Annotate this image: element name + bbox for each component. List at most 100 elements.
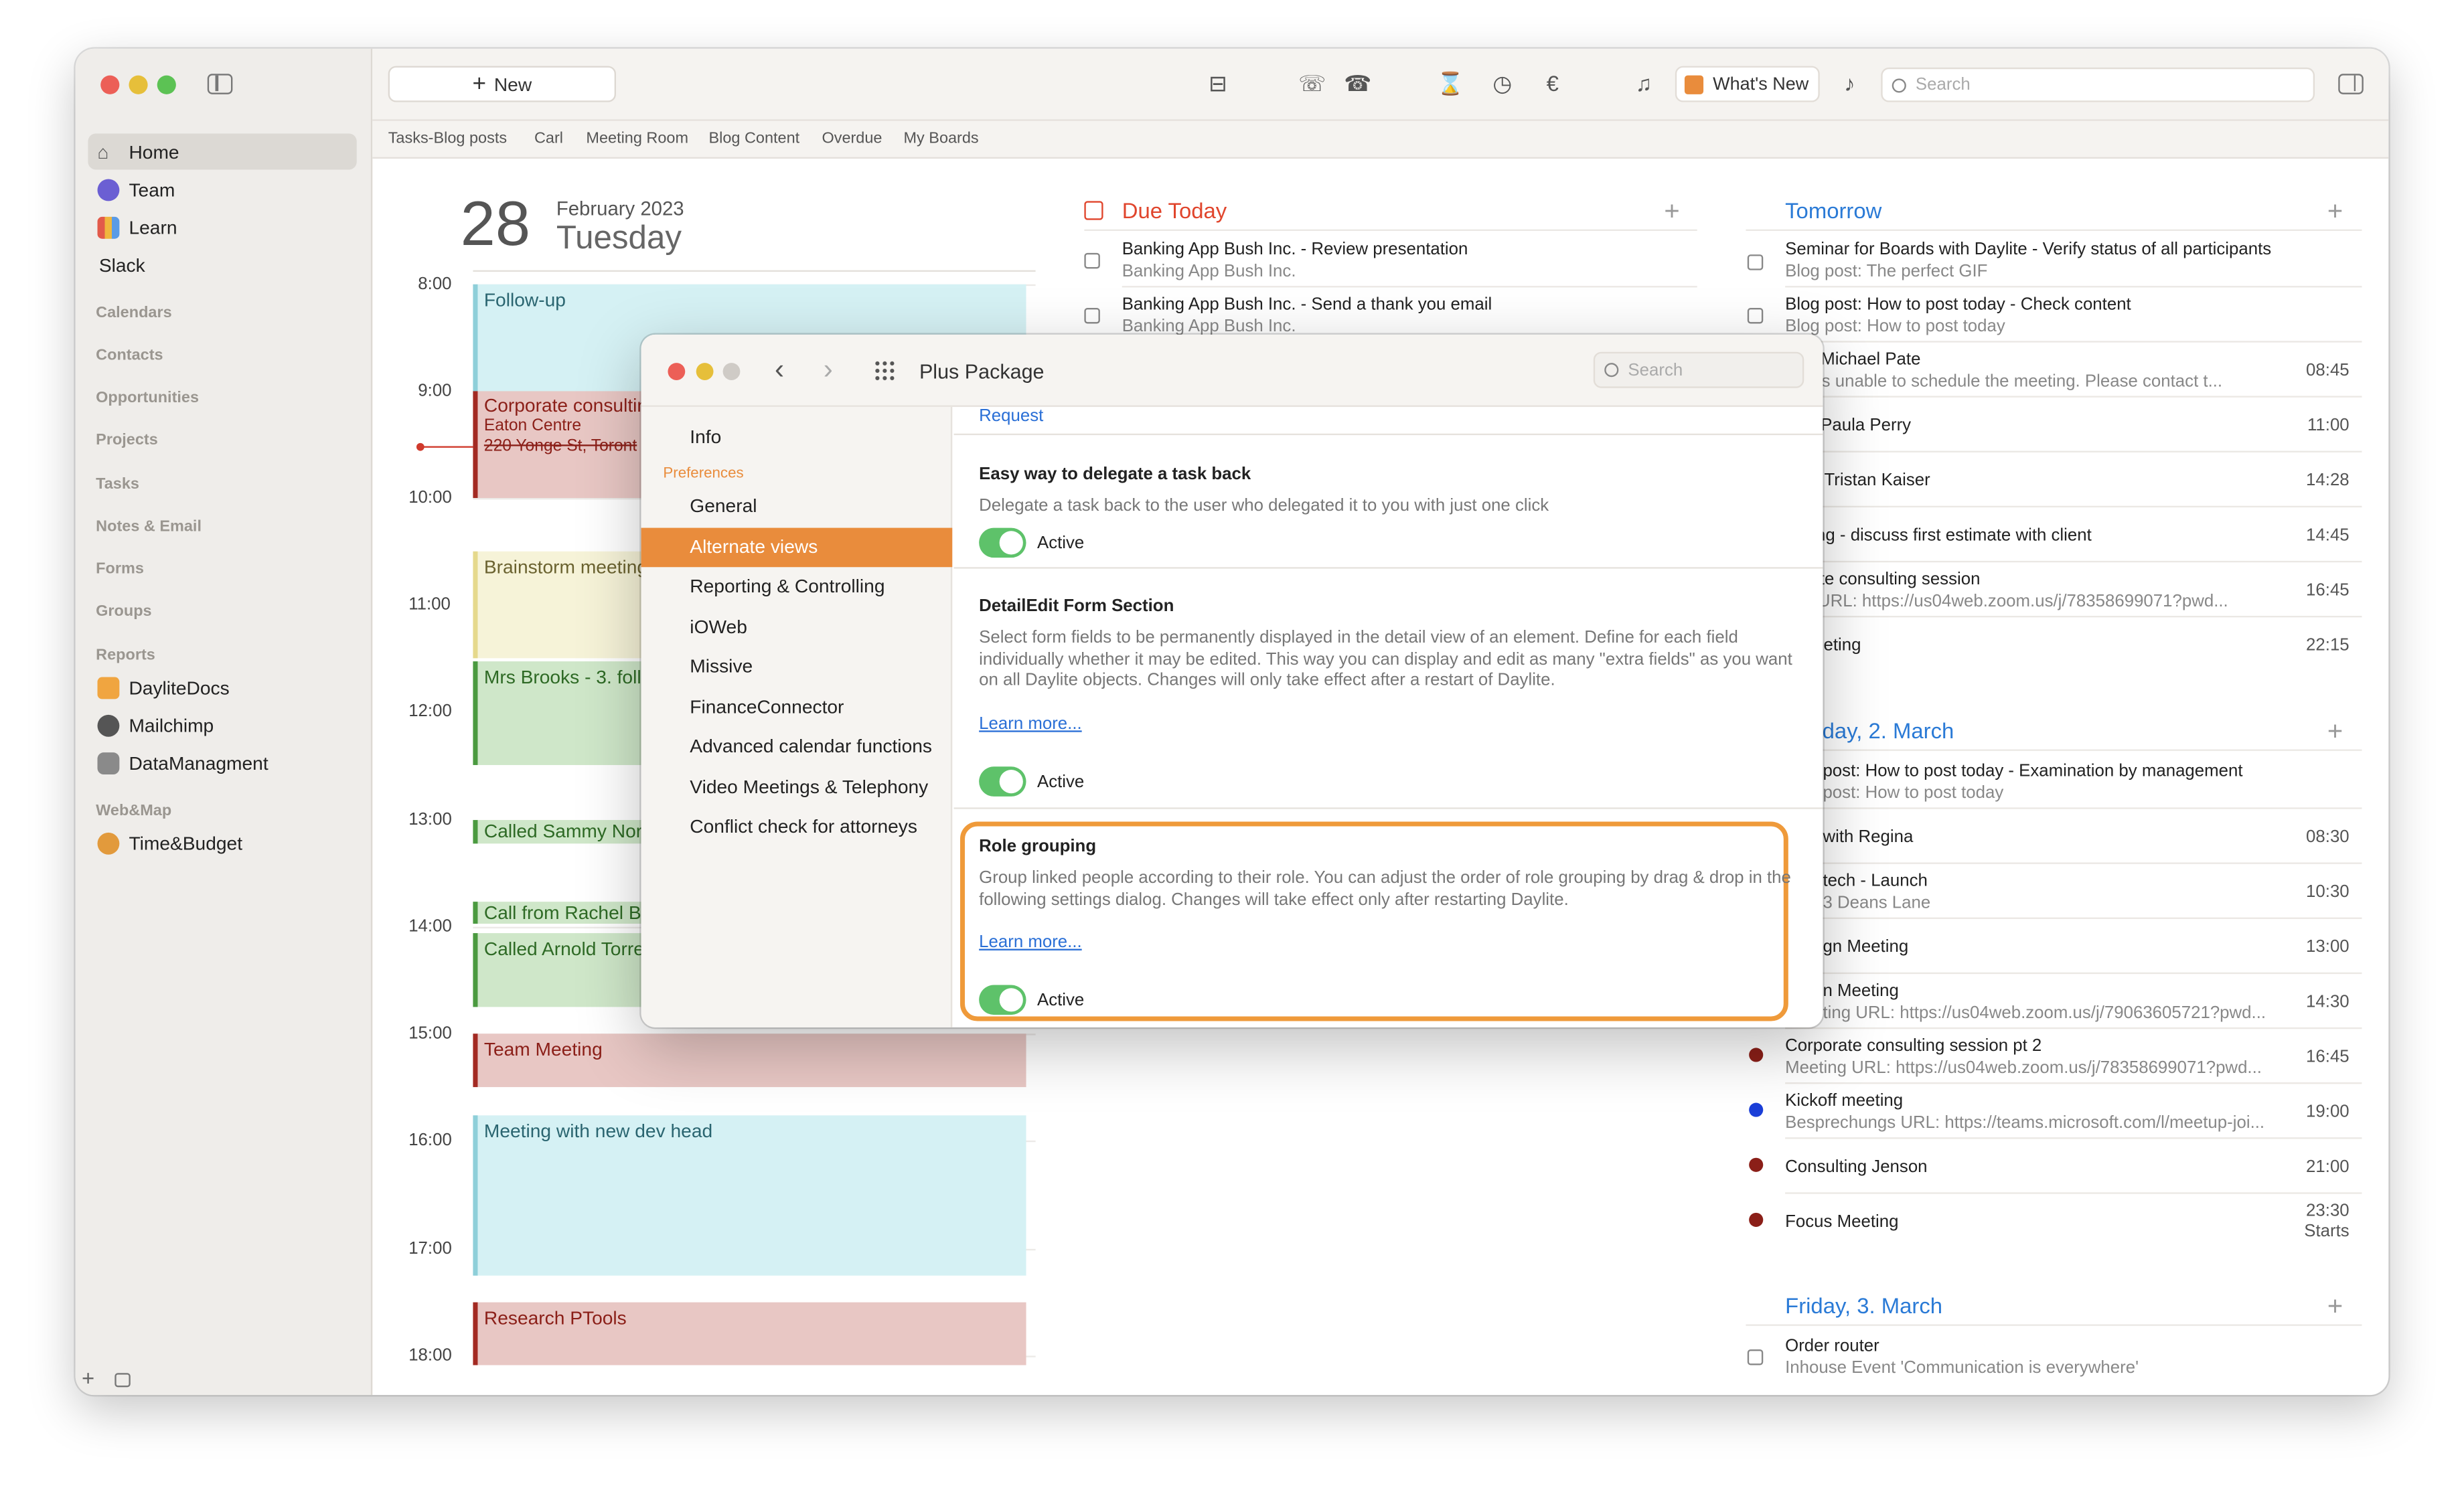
dialog-search-field[interactable]: Search [1593, 351, 1804, 388]
event-title: Mrs Brooks - 3. follo [483, 666, 652, 688]
event-title: Meeting with new dev head [483, 1120, 713, 1143]
add-thursday-button[interactable]: + [2327, 716, 2343, 748]
sidebar-section-projects[interactable]: Projects [96, 432, 158, 449]
tab-tasks-blog-posts[interactable]: Tasks-Blog posts [388, 131, 507, 148]
add-icon[interactable]: + [82, 1365, 94, 1390]
sidebar-item-mailchimp[interactable]: Mailchimp [88, 707, 356, 743]
sidebar-item-time-budget[interactable]: Time&Budget [88, 825, 356, 861]
active-toggle[interactable] [979, 766, 1026, 797]
agenda-time: 16:45 [2306, 1048, 2350, 1067]
sidebar-item-label: Slack [98, 254, 145, 276]
hour-label: 14:00 [408, 917, 452, 936]
tab-blog-content[interactable]: Blog Content [708, 131, 799, 148]
hourglass-icon[interactable]: ⌛ [1436, 69, 1464, 97]
tomorrow-title: Tomorrow [1785, 197, 1882, 224]
agenda-time: 13:00 [2306, 938, 2350, 957]
sidebar-item-datamanagment[interactable]: DataManagment [88, 744, 356, 780]
add-friday-button[interactable]: + [2327, 1291, 2343, 1323]
dialog-close-button[interactable] [668, 363, 686, 380]
agenda-title: Blog post: How to post today - Check con… [1785, 295, 2131, 315]
calendar-event[interactable]: Team Meeting [473, 1033, 1026, 1088]
tab-carl[interactable]: Carl [534, 131, 563, 148]
calendar-small-icon[interactable] [114, 1373, 131, 1388]
agenda-title: Seminar for Boards with Daylite - Verify… [1785, 240, 2272, 260]
learn-more-link[interactable]: Learn more... [979, 933, 1082, 952]
active-toggle[interactable] [979, 985, 1026, 1015]
agenda-title: Order router [1785, 1337, 1879, 1356]
forward-chevron-icon[interactable]: › [824, 353, 833, 386]
sidebar-section-notes-email[interactable]: Notes & Email [96, 518, 202, 535]
whats-new-button[interactable]: What's New [1675, 66, 1820, 102]
sidebar-section-opportunities[interactable]: Opportunities [96, 390, 199, 407]
nav-financeconnector[interactable]: FinanceConnector [641, 688, 953, 728]
nav-reporting-controlling[interactable]: Reporting & Controlling [641, 567, 953, 606]
euro-icon[interactable]: € [1539, 69, 1567, 97]
nav-missive[interactable]: Missive [641, 647, 953, 687]
sidebar-section-reports[interactable]: Reports [96, 647, 155, 665]
active-toggle[interactable] [979, 527, 1026, 558]
grid-icon[interactable] [873, 359, 896, 382]
nav-video-meetings-telephony[interactable]: Video Meetings & Telephony [641, 768, 953, 808]
sidebar-item-team[interactable]: Team [88, 171, 356, 208]
task-checkbox[interactable] [1084, 252, 1100, 269]
sidebar-item-home[interactable]: ⌂ Home [88, 133, 357, 170]
search-field[interactable]: Search [1881, 67, 2315, 102]
nav-advanced-calendar-functions[interactable]: Advanced calendar functions [641, 728, 953, 767]
sidebar-section-forms[interactable]: Forms [96, 561, 144, 578]
sidebar-toggle-icon[interactable] [207, 74, 233, 94]
nav-info[interactable]: Info [641, 418, 953, 457]
close-window-button[interactable] [100, 75, 120, 94]
task-checkbox[interactable] [1747, 308, 1764, 324]
calendar-event[interactable]: Meeting with new dev head [473, 1115, 1026, 1276]
separator [1785, 396, 2362, 398]
sidebar-section-contacts[interactable]: Contacts [96, 347, 163, 365]
event-title: Called Sammy Nort [483, 820, 648, 842]
add-tomorrow-button[interactable]: + [2327, 196, 2343, 228]
learn-more-link[interactable]: Learn more... [979, 715, 1082, 734]
section-title: Role grouping [979, 837, 1097, 857]
daylite-icon[interactable]: ⊟ [1204, 69, 1232, 97]
new-button[interactable]: + New [388, 66, 617, 102]
tab-my-boards[interactable]: My Boards [903, 131, 978, 148]
sidebar-item-slack[interactable]: Slack [88, 246, 356, 282]
nav-alternate-views[interactable]: Alternate views [641, 527, 953, 568]
agenda-subtitle: Blog post: How to post today [1785, 317, 2005, 337]
task-checkbox[interactable] [1747, 1349, 1764, 1365]
agenda-subtitle: 3 Deans Lane [1823, 894, 1931, 913]
nav-conflict-check-attorneys[interactable]: Conflict check for attorneys [641, 807, 953, 847]
timer-icon[interactable]: ◷ [1488, 69, 1517, 97]
agenda-time: 10:30 [2306, 882, 2350, 902]
nav-general[interactable]: General [641, 487, 953, 527]
phone-icon[interactable]: ☏ [1298, 69, 1326, 97]
sidebar-item-learn[interactable]: Learn [88, 209, 356, 245]
agenda-subtitle: Meeting URL: https://us04web.zoom.us/j/7… [1785, 1058, 2262, 1078]
call-forward-icon[interactable]: ☎ [1344, 69, 1372, 97]
back-chevron-icon[interactable]: ‹ [775, 353, 784, 386]
sidebar-section-webmap[interactable]: Web&Map [96, 803, 171, 820]
sidebar-item-label: DayliteDocs [129, 676, 230, 699]
dialog-minimize-button[interactable] [696, 363, 714, 380]
inspector-toggle-icon[interactable] [2338, 74, 2364, 94]
zoom-window-button[interactable] [157, 75, 176, 94]
task-checkbox[interactable] [1084, 308, 1100, 324]
separator [1084, 229, 1697, 232]
add-due-today-button[interactable]: + [1664, 196, 1679, 228]
sidebar-section-calendars[interactable]: Calendars [96, 305, 171, 322]
sidebar-section-groups[interactable]: Groups [96, 603, 151, 620]
request-link[interactable]: Request [979, 407, 1043, 426]
sidebar-section-tasks[interactable]: Tasks [96, 476, 139, 493]
agenda-title: sulting - discuss first estimate with cl… [1785, 526, 2092, 546]
tab-meeting-room[interactable]: Meeting Room [586, 131, 688, 148]
agenda-time-note: Starts [2304, 1222, 2350, 1242]
minimize-window-button[interactable] [129, 75, 148, 94]
nav-ioweb[interactable]: iOWeb [641, 608, 953, 647]
bell-alert-icon[interactable]: ♫ [1630, 69, 1658, 97]
agenda-time: 14:28 [2306, 471, 2350, 491]
task-checkbox[interactable] [1747, 254, 1764, 270]
agenda-time: 08:30 [2306, 827, 2350, 847]
sidebar-item-daylitedocs[interactable]: DayliteDocs [88, 669, 356, 706]
tab-overdue[interactable]: Overdue [822, 131, 882, 148]
dialog-zoom-button[interactable] [722, 363, 741, 380]
calendar-event[interactable]: Research PTools [473, 1302, 1026, 1365]
notifications-bell-icon[interactable]: ♪ [1835, 69, 1863, 97]
